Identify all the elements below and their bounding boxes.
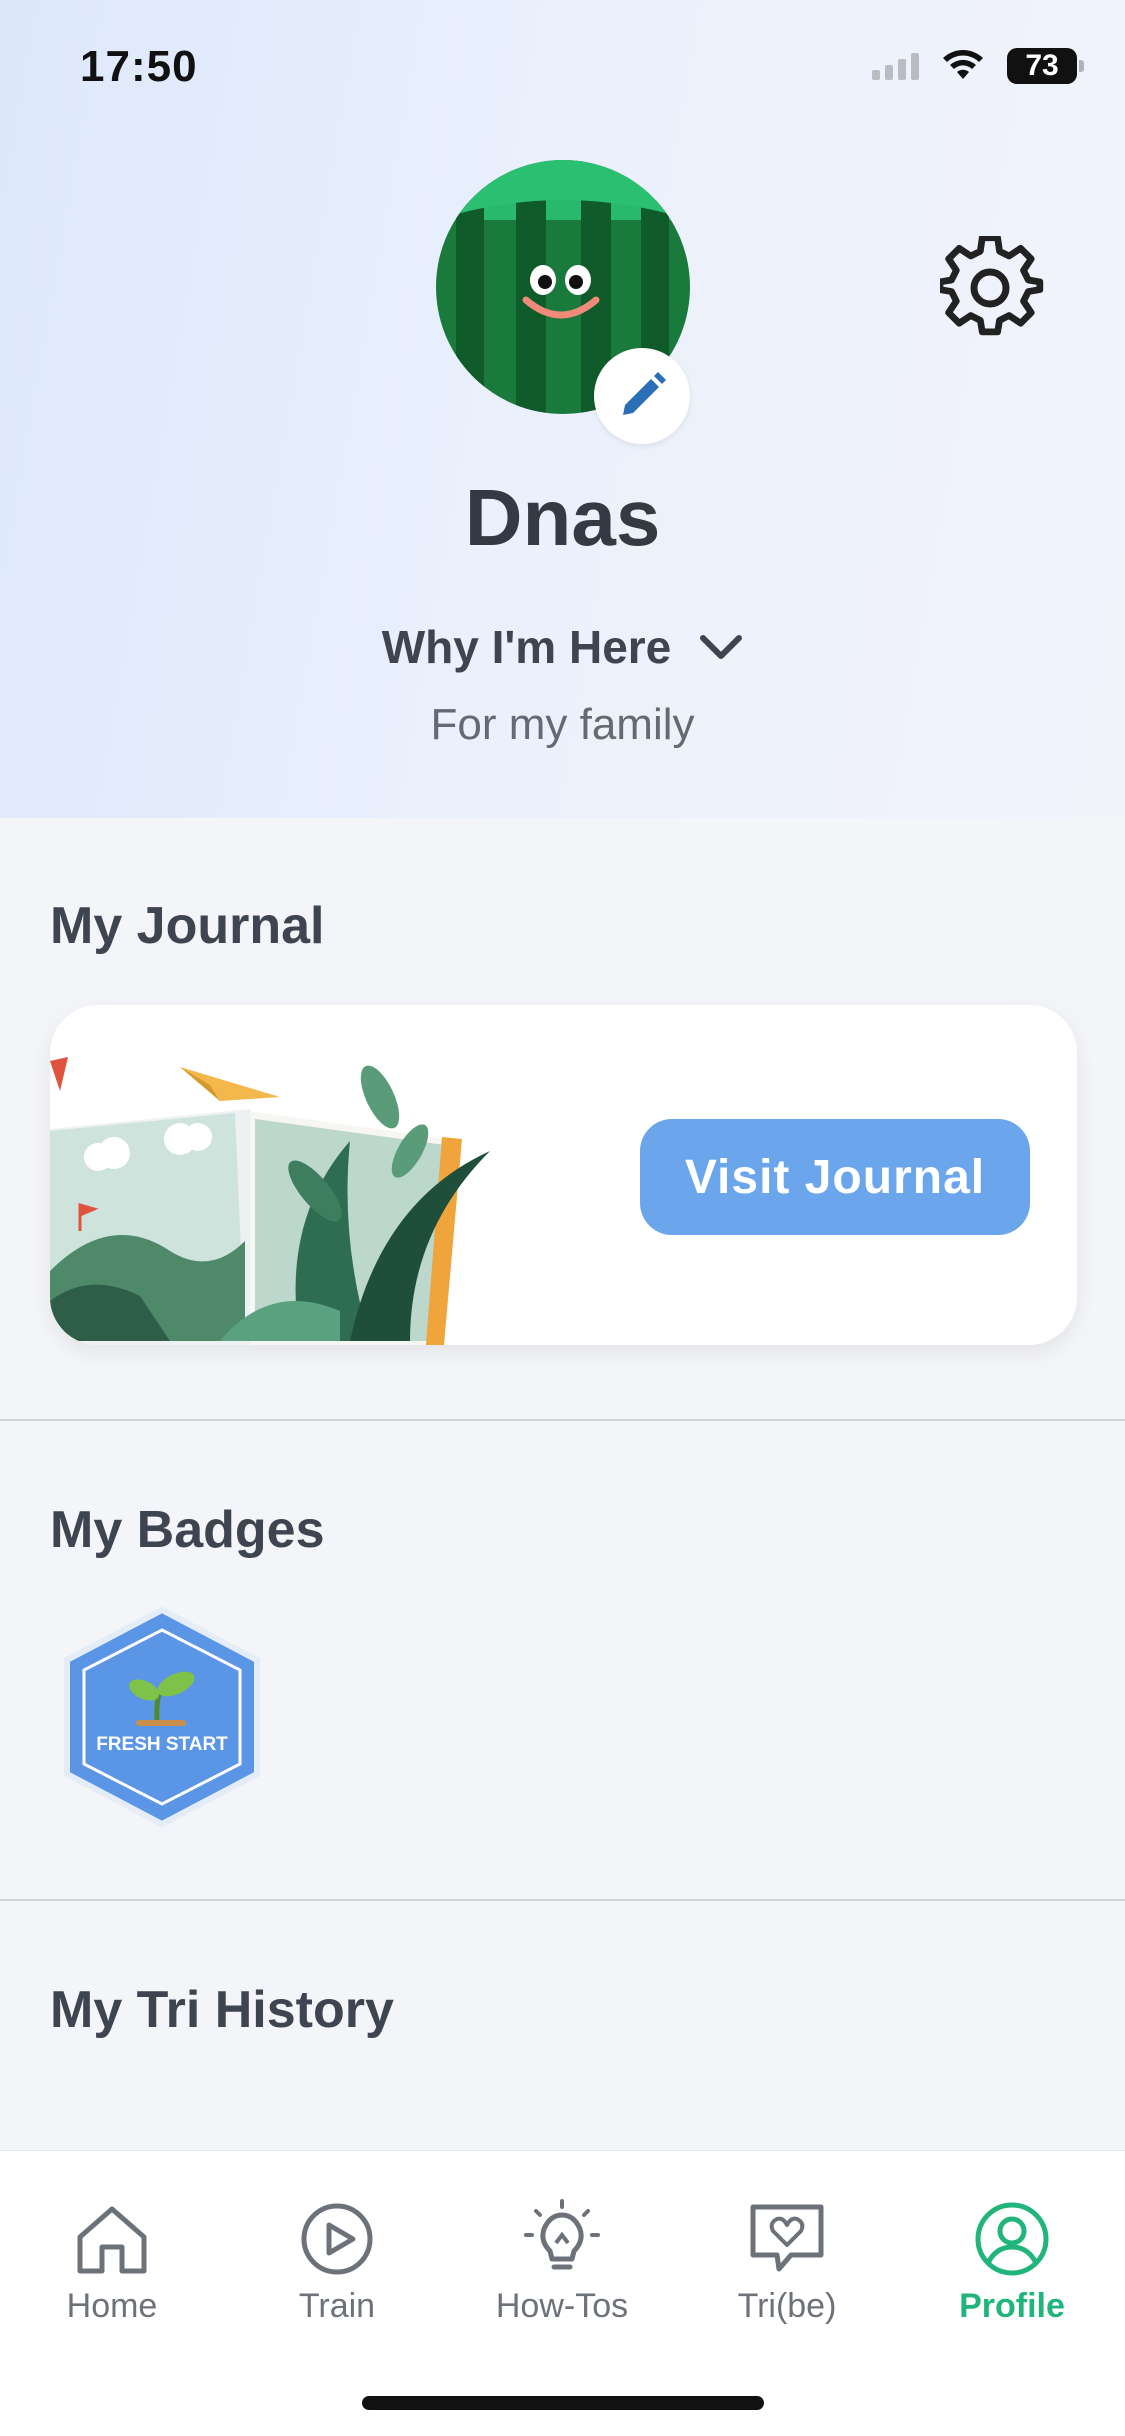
nav-tribe-label: Tri(be)	[737, 2287, 837, 2325]
nav-how-tos-label: How-Tos	[495, 2287, 629, 2325]
history-section-title: My Tri History	[50, 1981, 394, 2039]
wifi-icon	[943, 50, 983, 79]
nav-tribe[interactable]: Tri(be)	[687, 2199, 887, 2326]
visit-journal-button[interactable]: Visit Journal	[640, 1119, 1030, 1235]
profile-header: 17:50 73 Dnas Why I'm Here For my family	[0, 0, 1125, 818]
gear-icon[interactable]	[940, 236, 1044, 340]
badge-label: FRESH START	[96, 1734, 228, 1755]
edit-avatar-button[interactable]	[594, 348, 690, 444]
user-name: Dnas	[464, 473, 661, 562]
home-indicator[interactable]	[362, 2396, 764, 2410]
profile-icon	[975, 2202, 1049, 2276]
play-circle-icon	[301, 2203, 373, 2275]
nav-train-label: Train	[298, 2287, 376, 2325]
pencil-icon	[623, 372, 666, 415]
status-time: 17:50	[80, 42, 198, 91]
nav-profile[interactable]: Profile	[912, 2199, 1112, 2326]
cellular-signal-icon	[872, 52, 919, 80]
status-bar: 17:50 73	[0, 0, 1125, 140]
why-label: Why I'm Here	[381, 621, 672, 673]
lightbulb-icon	[524, 2199, 600, 2270]
chevron-down-icon	[700, 635, 743, 659]
status-icons: 73	[872, 48, 1084, 84]
section-divider	[0, 1899, 1125, 1901]
fresh-start-badge[interactable]: FRESH START	[52, 1602, 272, 1832]
journal-illustration	[50, 1057, 490, 1345]
journal-card[interactable]: Visit Journal	[50, 1005, 1077, 1345]
bottom-nav: Home Train How-Tos Tri(be) Profile	[0, 2150, 1125, 2436]
why-value: For my family	[430, 700, 695, 749]
nav-home-label: Home	[66, 2287, 158, 2325]
battery-level: 73	[1025, 49, 1059, 82]
why-im-here-dropdown[interactable]: Why I'm Here	[0, 620, 1125, 674]
home-icon	[77, 2206, 147, 2274]
nav-home[interactable]: Home	[12, 2199, 212, 2326]
section-divider	[0, 1419, 1125, 1421]
nav-profile-label: Profile	[959, 2287, 1065, 2325]
nav-how-tos[interactable]: How-Tos	[462, 2199, 662, 2326]
battery-icon: 73	[1007, 48, 1084, 84]
nav-train[interactable]: Train	[237, 2199, 437, 2326]
journal-section-title: My Journal	[50, 897, 325, 955]
heart-chat-icon	[750, 2204, 824, 2272]
badges-section-title: My Badges	[50, 1501, 325, 1559]
